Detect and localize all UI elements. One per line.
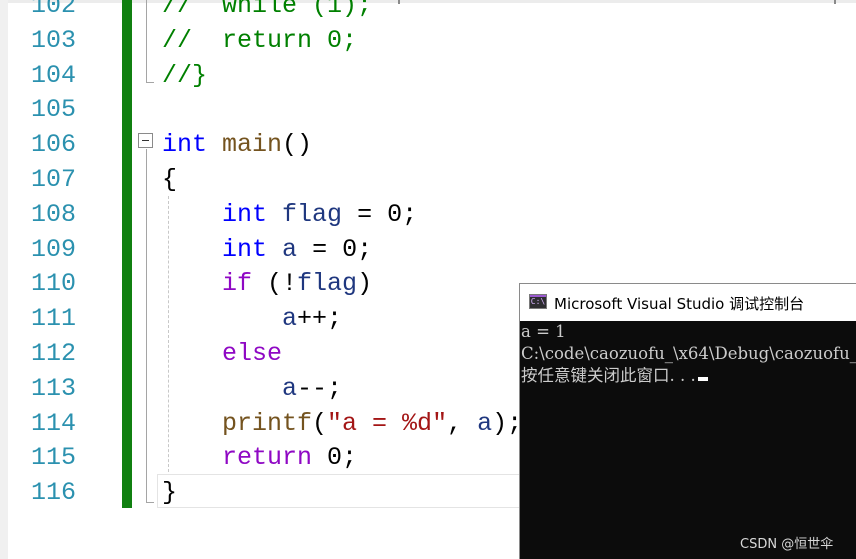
line-number: 108 xyxy=(30,199,76,229)
code-line[interactable]: { xyxy=(162,163,177,198)
line-number: 105 xyxy=(30,95,76,125)
console-prompt-text: 按任意键关闭此窗口. . . xyxy=(521,366,696,385)
code-token: = 0; xyxy=(342,199,418,229)
collapse-toggle-icon[interactable] xyxy=(138,133,153,148)
line-number: 104 xyxy=(30,60,76,90)
code-token: ) xyxy=(357,269,373,299)
top-tab-strip xyxy=(8,0,856,4)
line-number: 107 xyxy=(30,165,76,194)
console-output-line: 按任意键关闭此窗口. . . xyxy=(521,365,708,387)
line-number: 116 xyxy=(30,478,76,508)
code-token: printf xyxy=(222,408,313,438)
console-output-line: C:\code\caozuofu_\x64\Debug\caozuofu_ xyxy=(521,344,856,363)
console-output-line: a = 1 xyxy=(521,322,566,341)
code-token: int xyxy=(222,234,268,264)
code-line[interactable]: a--; xyxy=(162,372,342,407)
top-tab-separator xyxy=(834,0,836,4)
fold-guide-end xyxy=(146,502,154,503)
code-line[interactable]: // while (1); xyxy=(162,0,372,24)
line-number: 114 xyxy=(30,408,76,438)
console-app-icon: C:\ xyxy=(529,294,547,309)
code-token: flag xyxy=(297,269,358,299)
line-number: 106 xyxy=(30,130,76,160)
code-line[interactable]: printf("a = %d", a); xyxy=(162,407,522,442)
watermark: CSDN @恒世伞 xyxy=(740,537,834,552)
code-token: --; xyxy=(297,373,343,403)
code-token: flag xyxy=(282,199,343,229)
line-number: 112 xyxy=(30,339,76,368)
code-token: a xyxy=(477,408,493,438)
line-number: 102 xyxy=(30,0,76,20)
code-token: if xyxy=(222,269,253,299)
line-number: 110 xyxy=(30,269,76,299)
code-token: a xyxy=(282,234,298,264)
debug-console-window[interactable]: C:\ Microsoft Visual Studio 调试控制台 a = 1 … xyxy=(519,283,856,559)
line-number: 111 xyxy=(30,304,76,334)
code-token: // return 0; xyxy=(162,25,358,55)
code-line[interactable]: int flag = 0; xyxy=(162,198,417,233)
line-number: 115 xyxy=(30,443,76,473)
code-token: (! xyxy=(252,269,298,299)
line-number: 103 xyxy=(30,25,76,55)
fold-guide-line xyxy=(146,0,147,82)
code-token: "a = %d" xyxy=(327,408,448,438)
line-number: 109 xyxy=(30,234,76,264)
code-line[interactable]: int a = 0; xyxy=(162,233,372,268)
code-line[interactable]: // return 0; xyxy=(162,24,357,59)
code-token: main xyxy=(222,130,283,160)
top-tab-separator xyxy=(398,0,400,4)
code-token: ); xyxy=(492,408,523,438)
code-token: a xyxy=(282,304,298,334)
code-line[interactable]: else xyxy=(162,337,282,372)
code-line[interactable]: a++; xyxy=(162,302,342,337)
code-token: } xyxy=(162,478,178,508)
code-token: ( xyxy=(312,408,328,438)
editor-left-margin xyxy=(0,0,8,559)
code-token: () xyxy=(282,130,313,160)
code-line[interactable]: } xyxy=(162,476,177,511)
change-tracking-bar xyxy=(122,0,132,508)
fold-guide-end xyxy=(146,82,154,83)
console-title-bar[interactable]: C:\ Microsoft Visual Studio 调试控制台 xyxy=(520,284,856,321)
code-token: int xyxy=(162,130,208,160)
console-title: Microsoft Visual Studio 调试控制台 xyxy=(554,295,805,313)
code-token: , xyxy=(447,408,478,438)
code-token: = 0; xyxy=(297,234,373,264)
code-token: a xyxy=(282,373,298,403)
code-line[interactable]: if (!flag) xyxy=(162,267,372,302)
code-token: return xyxy=(222,443,313,473)
code-token: ++; xyxy=(297,304,343,334)
code-token: else xyxy=(222,339,283,368)
code-token: // while (1); xyxy=(162,0,373,20)
code-line[interactable]: //} xyxy=(162,59,207,94)
code-token: int xyxy=(222,199,268,229)
code-line[interactable]: return 0; xyxy=(162,441,357,476)
console-cursor xyxy=(697,377,708,381)
code-token: { xyxy=(162,165,178,194)
code-token: //} xyxy=(162,60,208,90)
line-number: 113 xyxy=(30,373,76,403)
code-line[interactable]: int main() xyxy=(162,128,312,163)
fold-guide-line xyxy=(146,149,147,502)
current-line-highlight xyxy=(157,474,520,508)
code-token: 0; xyxy=(312,443,358,473)
